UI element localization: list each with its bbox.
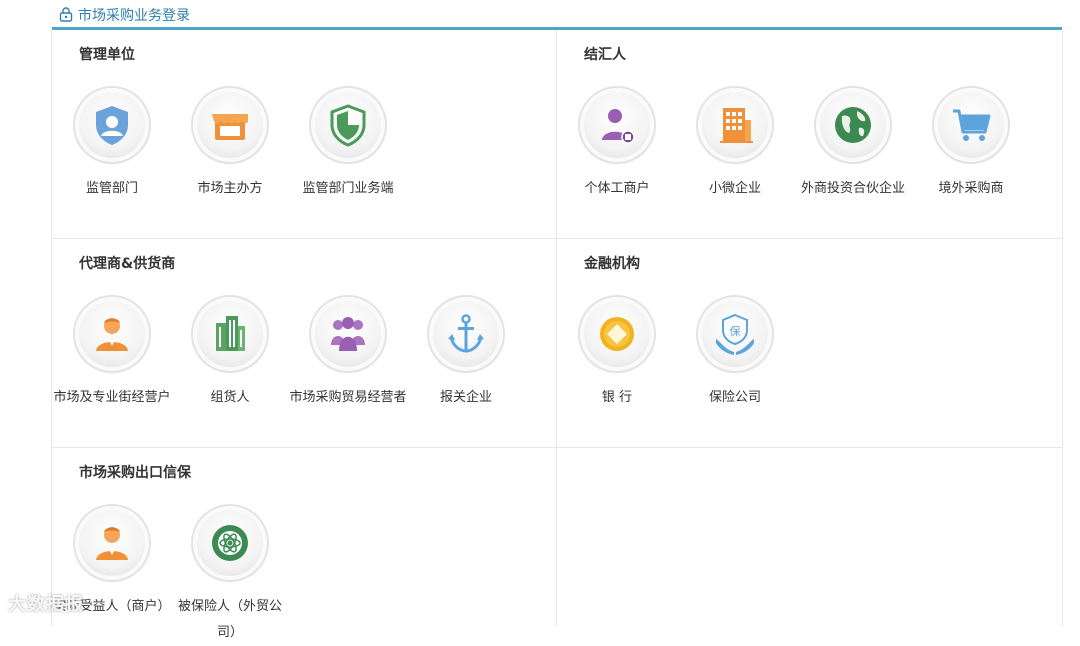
role-market-operator[interactable]: 市场及专业街经营户 (53, 297, 171, 411)
role-trade-operator[interactable]: 市场采购贸易经营者 (289, 297, 407, 411)
section-title: 金融机构 (584, 256, 640, 272)
section-title: 结汇人 (584, 47, 626, 63)
coin-icon (600, 317, 634, 351)
role-market-organizer[interactable]: 市场主办方 (171, 88, 289, 202)
businessperson-icon (602, 109, 635, 144)
role-label: 市场主办方 (197, 181, 263, 196)
role-regulator-business[interactable]: 监管部门业务端 (289, 88, 407, 202)
role-overseas-buyer[interactable]: 境外采购商 (912, 88, 1030, 202)
section-agents: 代理商&供货商 市场及专业街经营户 组货人 市场采购贸易经营者 报关企业 (51, 239, 557, 448)
role-foreign-partnership[interactable]: 外商投资合伙企业 (794, 88, 912, 202)
role-goods-organizer[interactable]: 组货人 (171, 297, 289, 411)
role-label: 市场采购贸易经营者 (289, 390, 407, 405)
page-title: 市场采购业务登录 (78, 8, 190, 24)
role-small-enterprise[interactable]: 小微企业 (676, 88, 794, 202)
section-title: 市场采购出口信保 (79, 465, 191, 481)
role-label: 小微企业 (708, 181, 761, 196)
building-icon (720, 108, 753, 143)
role-label: 监管部门业务端 (302, 181, 394, 196)
anchor-icon (448, 314, 484, 353)
lock-icon (59, 7, 73, 22)
watermark-logo: 大数据报 (8, 594, 84, 615)
role-label: 市场及专业街经营户 (53, 390, 171, 405)
role-insured-party[interactable]: 被保险人（外贸公司） (171, 506, 289, 646)
shopping-cart-icon (953, 109, 991, 141)
role-label: 银 行 (601, 390, 633, 405)
shield-user-icon (96, 106, 128, 145)
role-bank[interactable]: 银 行 (558, 297, 676, 411)
section-management: 管理单位 监管部门 市场主办方 监管部门业务端 (51, 30, 557, 239)
section-credit-insurance: 市场采购出口信保 实际受益人（商户） 被保险人（外贸公司） (51, 448, 557, 640)
office-tower-icon (216, 316, 245, 351)
section-settlement: 结汇人 个体工商户 小微企业 外商投资合伙企业 境外采购商 (557, 30, 1063, 239)
person-icon (96, 318, 128, 351)
role-label: 个体工商户 (584, 181, 650, 196)
role-label: 保险公司 (708, 390, 761, 405)
eco-globe-icon (212, 525, 248, 561)
role-label: 境外采购商 (938, 181, 1004, 196)
role-insurance-company[interactable]: 保 保险公司 (676, 297, 794, 411)
storefront-icon (212, 114, 248, 140)
page-header: 市场采购业务登录 (52, 0, 1062, 30)
section-finance: 金融机构 银 行 保 保险公司 (557, 239, 1063, 448)
role-regulator[interactable]: 监管部门 (53, 88, 171, 202)
role-label: 被保险人（外贸公司） (177, 599, 282, 640)
role-customs-broker[interactable]: 报关企业 (407, 297, 525, 411)
svg-text:保: 保 (730, 324, 741, 338)
section-title: 代理商&供货商 (79, 256, 176, 272)
role-label: 外商投资合伙企业 (800, 181, 905, 196)
role-label: 监管部门 (85, 181, 138, 196)
role-grid: 管理单位 监管部门 市场主办方 监管部门业务端 结汇人 个体工商户 小微企业 外… (51, 30, 1063, 640)
group-icon (331, 317, 365, 351)
role-label: 组货人 (210, 390, 250, 405)
section-title: 管理单位 (79, 47, 135, 63)
insurance-hands-icon: 保 (716, 313, 754, 355)
shield-check-icon (330, 104, 366, 147)
role-individual-business[interactable]: 个体工商户 (558, 88, 676, 202)
section-empty (557, 448, 1063, 626)
person-icon (96, 527, 128, 560)
globe-icon (835, 107, 871, 143)
role-label: 报关企业 (439, 390, 492, 405)
